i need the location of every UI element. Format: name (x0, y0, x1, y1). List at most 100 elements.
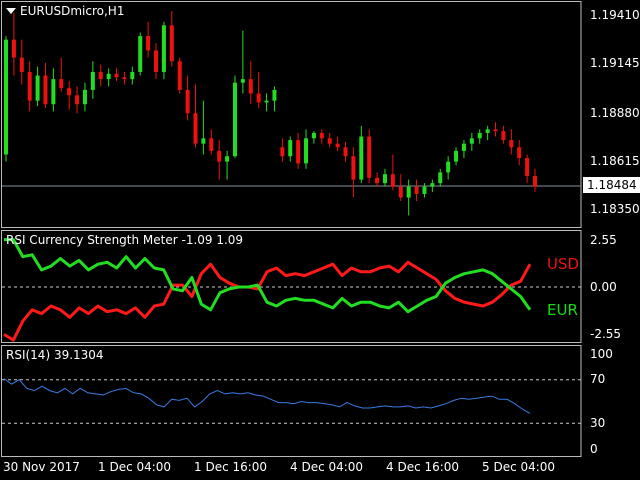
csm-title: RSI Currency Strength Meter -1.09 1.09 (6, 233, 244, 247)
candle-body (517, 147, 522, 159)
usd-legend-label: USD (547, 255, 580, 273)
candle-body (446, 161, 451, 173)
rsi-axis-tick: 100 (590, 347, 613, 361)
candle-body (201, 138, 206, 144)
candle-body (35, 75, 40, 101)
candle-body (485, 129, 490, 133)
candle-body (390, 174, 395, 187)
csm-lines (2, 238, 581, 342)
candle-body (256, 93, 261, 103)
candle-body (501, 131, 506, 141)
candle-body (296, 140, 301, 164)
candle-body (27, 71, 32, 101)
candle-body (106, 73, 111, 80)
candle-body (288, 140, 293, 157)
rsi-panel-border (1, 345, 582, 457)
candle-body (327, 138, 332, 144)
candle-body (533, 175, 537, 187)
candle-body (154, 50, 159, 72)
candle-body (232, 82, 237, 157)
candle-body (185, 89, 190, 114)
candle-body (67, 88, 72, 96)
candle-body (98, 71, 103, 80)
candle-body (359, 136, 364, 180)
candle-body (304, 138, 309, 164)
rsi-line (3, 378, 531, 414)
eur-legend-label: EUR (547, 301, 578, 319)
candle-body (146, 36, 151, 51)
candle-body (130, 71, 135, 80)
candle-body (43, 75, 48, 105)
price-candles (4, 10, 537, 216)
time-axis-tick: 1 Dec 04:00 (98, 460, 172, 474)
candle-body (193, 113, 198, 144)
candle-body (351, 156, 356, 180)
candle-body (525, 158, 530, 176)
candle-body (509, 140, 514, 148)
candle-body (217, 150, 222, 162)
candle-body (240, 79, 245, 83)
candle-body (493, 129, 498, 132)
candle-body (272, 89, 277, 101)
candle-body (75, 95, 80, 105)
price-axis-tick: 1.18880 (590, 106, 640, 120)
candle-body (248, 79, 253, 94)
candle-body (430, 183, 435, 187)
price-axis-tick: 1.19410 (590, 8, 640, 22)
candle-body (422, 186, 427, 194)
candle-body (11, 39, 16, 58)
candle-body (82, 89, 87, 105)
candle-body (375, 177, 380, 184)
candle-body (59, 79, 64, 89)
time-axis-tick: 5 Dec 04:00 (482, 460, 556, 474)
symbol-label: EURUSDmicro,H1 (20, 4, 125, 18)
rsi-lines (2, 378, 581, 424)
menu-triangle-icon[interactable] (6, 8, 16, 14)
candle-body (454, 150, 459, 162)
candle-body (264, 100, 269, 103)
candle-body (398, 186, 403, 198)
time-axis-tick: 30 Nov 2017 (3, 460, 80, 474)
candle-body (469, 138, 474, 144)
panel-frames (1, 1, 582, 457)
rsi-axis-tick: 70 (590, 372, 606, 386)
candle-body (335, 143, 340, 148)
csm-axis-tick: 0.00 (590, 280, 617, 294)
rsi-title: RSI(14) 39.1304 (6, 348, 104, 362)
candle-body (225, 156, 230, 162)
time-axis-tick: 1 Dec 16:00 (194, 460, 268, 474)
price-panel-border (1, 1, 582, 228)
candle-body (414, 186, 419, 194)
candle-body (319, 132, 324, 139)
candle-body (406, 186, 411, 198)
candle-body (343, 147, 348, 157)
current-price-box: 1.18484 (583, 177, 640, 193)
candle-body (90, 71, 95, 90)
eur-strength-line (4, 238, 532, 314)
csm-axis-tick: 2.55 (590, 233, 617, 247)
candle-body (122, 77, 127, 80)
candle-body (51, 79, 56, 105)
candle-body (4, 39, 8, 155)
candle-body (138, 36, 143, 72)
candle-body (382, 174, 387, 184)
candle-body (311, 132, 316, 139)
candle-body (209, 138, 214, 151)
rsi-axis-tick: 0 (590, 442, 598, 456)
csm-axis-tick: -2.55 (590, 327, 622, 341)
price-axis-tick: 1.19145 (590, 56, 640, 70)
candle-body (19, 57, 24, 72)
time-axis-tick: 4 Dec 04:00 (290, 460, 364, 474)
candle-body (477, 132, 482, 139)
candle-body (438, 172, 443, 184)
candle-body (367, 136, 372, 178)
candle-body (169, 25, 174, 62)
candle-body (114, 73, 119, 78)
price-axis-tick: 1.18350 (590, 202, 640, 216)
candle-body (461, 143, 466, 151)
candle-body (177, 61, 182, 90)
rsi-axis-tick: 30 (590, 416, 606, 430)
price-axis-tick: 1.18615 (590, 154, 640, 168)
time-axis-tick: 4 Dec 16:00 (386, 460, 460, 474)
candle-body (280, 147, 285, 157)
